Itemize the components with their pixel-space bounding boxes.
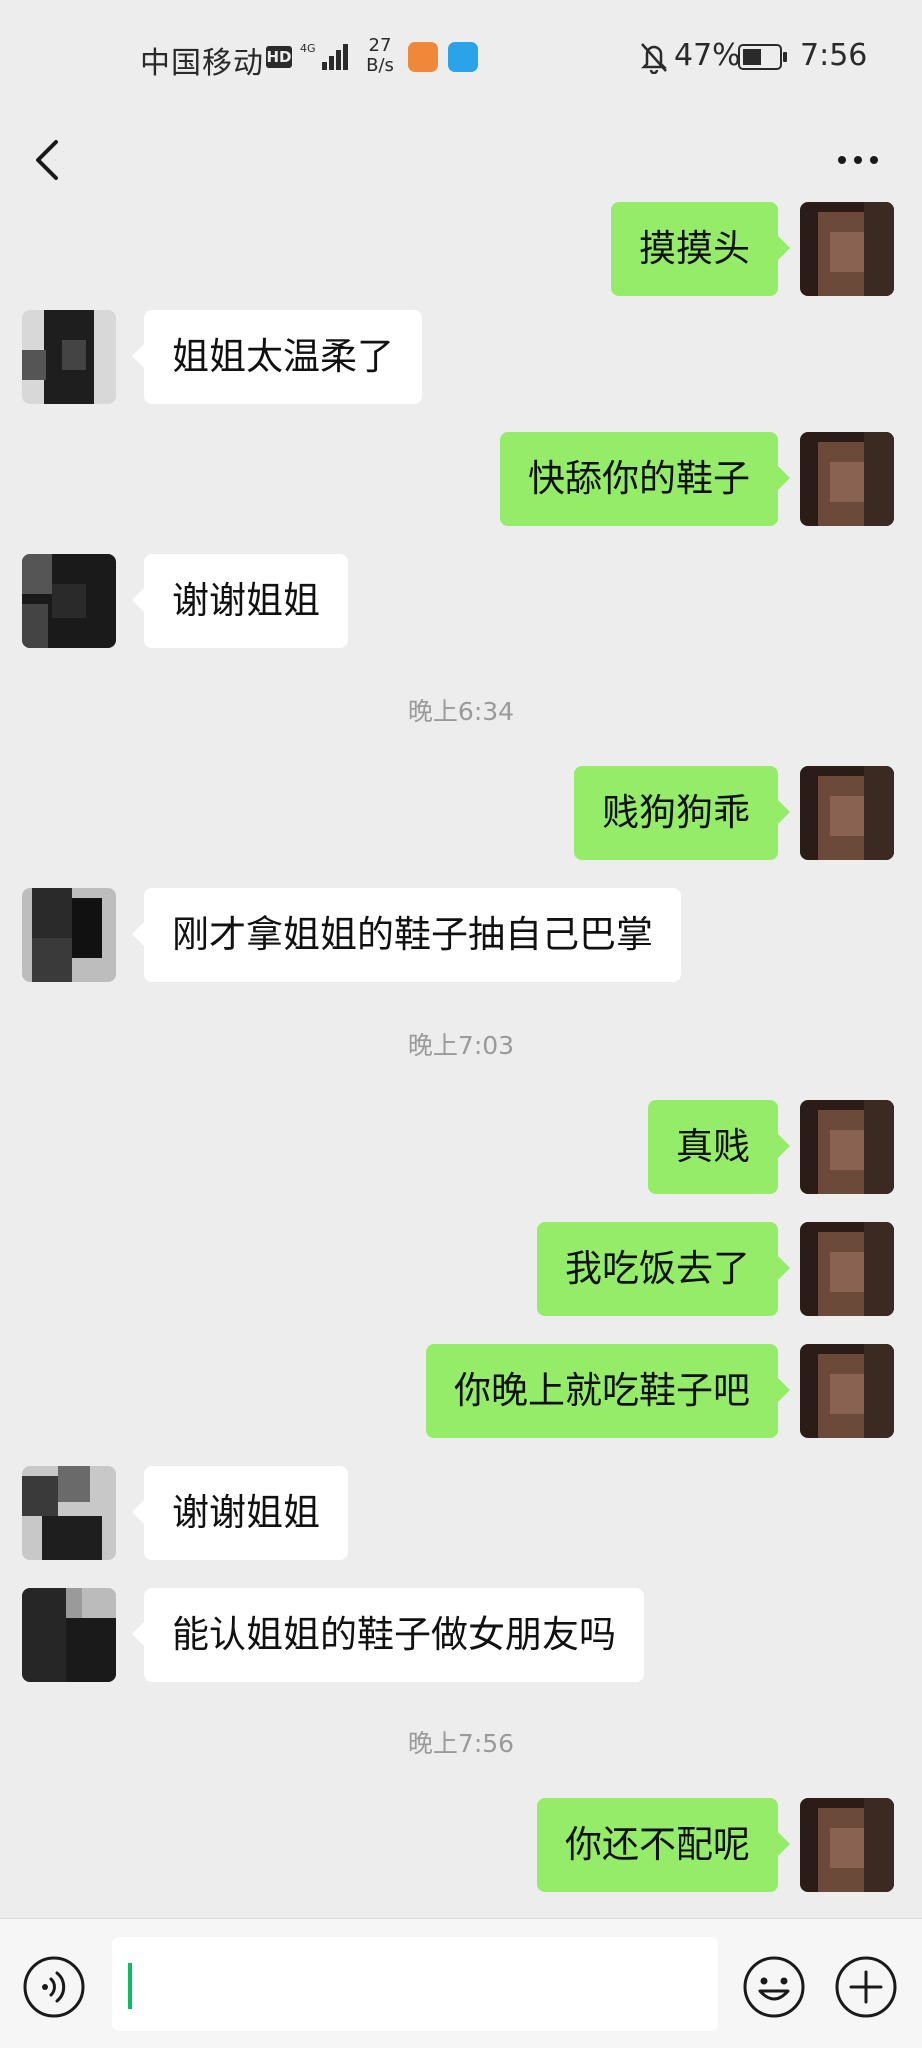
more-dots-icon[interactable] (828, 138, 888, 182)
voice-icon[interactable] (22, 1955, 86, 2019)
message-bubble[interactable]: 快舔你的鞋子 (500, 432, 790, 526)
signal-icon: 4G (300, 40, 352, 72)
network-speed-value: 27 (368, 35, 392, 56)
status-bar: 中国移动 HD 4G 27 B/s 47% 7:56 (0, 0, 922, 118)
network-speed: 27 B/s (362, 36, 398, 76)
text-caret (128, 1963, 132, 2009)
avatar[interactable] (800, 1798, 894, 1892)
message-bubble[interactable]: 谢谢姐姐 (132, 554, 348, 648)
avatar[interactable] (22, 1588, 116, 1682)
network-speed-unit: B/s (366, 55, 394, 76)
message-bubble[interactable]: 我吃饭去了 (537, 1222, 790, 1316)
avatar[interactable] (22, 1466, 116, 1560)
battery-percent: 47% (674, 38, 741, 73)
message-bubble[interactable]: 你晚上就吃鞋子吧 (426, 1344, 790, 1438)
timestamp: 晚上7:03 (407, 1031, 515, 1060)
battery-icon (738, 44, 788, 70)
avatar[interactable] (22, 888, 116, 982)
message-bubble[interactable]: 真贱 (648, 1100, 790, 1194)
message-bubble[interactable]: 能认姐姐的鞋子做女朋友吗 (132, 1588, 644, 1682)
avatar[interactable] (22, 310, 116, 404)
message-input[interactable] (112, 1937, 718, 2031)
avatar[interactable] (800, 432, 894, 526)
message-bubble[interactable]: 刚才拿姐姐的鞋子抽自己巴掌 (132, 888, 681, 982)
chevron-left-icon[interactable] (26, 126, 66, 194)
timestamp: 晚上7:56 (407, 1729, 515, 1758)
hd-badge: HD (266, 46, 292, 68)
timestamp: 晚上6:34 (407, 697, 515, 726)
message-bubble[interactable]: 摸摸头 (611, 202, 790, 296)
plus-icon[interactable] (834, 1955, 898, 2019)
app-notification-icon (408, 42, 438, 72)
carrier-name: 中国移动 (140, 46, 264, 81)
message-bubble[interactable]: 你还不配呢 (537, 1798, 790, 1892)
clock-time: 7:56 (800, 38, 868, 73)
avatar[interactable] (22, 554, 116, 648)
emoji-icon[interactable] (742, 1955, 806, 2019)
message-list[interactable]: 摸摸头 姐姐太温柔了 快舔你的鞋子 谢谢姐姐 晚上6:34 贱狗狗乖 刚才拿姐姐 (0, 202, 922, 1918)
input-bar (0, 1918, 922, 2048)
app-notification-icon (448, 42, 478, 72)
bell-off-icon (638, 40, 670, 75)
message-bubble[interactable]: 贱狗狗乖 (574, 766, 790, 860)
avatar[interactable] (800, 766, 894, 860)
avatar[interactable] (800, 1100, 894, 1194)
chat-header (0, 118, 922, 202)
message-bubble[interactable]: 姐姐太温柔了 (132, 310, 422, 404)
svg-text:4G: 4G (300, 42, 316, 55)
message-bubble[interactable]: 谢谢姐姐 (132, 1466, 348, 1560)
avatar[interactable] (800, 202, 894, 296)
avatar[interactable] (800, 1222, 894, 1316)
avatar[interactable] (800, 1344, 894, 1438)
